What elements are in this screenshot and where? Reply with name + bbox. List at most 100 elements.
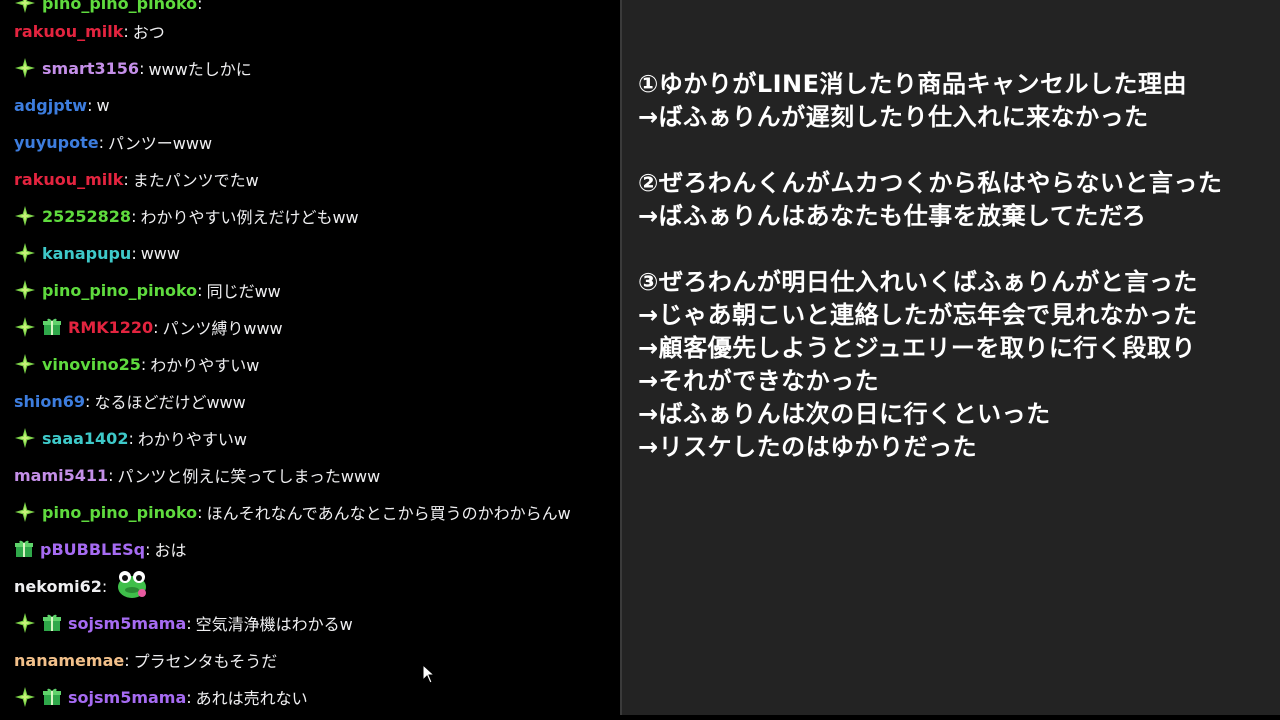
username-separator: :: [140, 354, 147, 374]
chat-message: kanapupu: www: [14, 238, 180, 268]
chat-message: RMK1220: パンツ縛りwww: [14, 312, 283, 342]
chat-username[interactable]: vinovino25: [42, 355, 141, 374]
note-line: →リスケしたのはゆかりだった: [638, 433, 978, 461]
chat-message-text: おつ: [132, 23, 165, 42]
chat-message: pino_pino_pinoko: ほんそれなんであんなとこから買うのかわからんw: [14, 497, 571, 527]
chat-username[interactable]: pino_pino_pinoko: [42, 281, 197, 300]
chat-username[interactable]: nanamemae: [14, 651, 124, 670]
chat-message: adgjptw: w: [14, 90, 110, 120]
chat-message-text: またパンツでたw: [132, 171, 259, 190]
chat-username[interactable]: yuyupote: [14, 133, 99, 152]
chat-message: pBUBBLESq: おは: [14, 534, 187, 564]
chat-message: pino_pino_pinoko: 同じだww: [14, 275, 281, 305]
chat-message-text: あれは売れない: [195, 689, 308, 708]
chat-message-text: wwwたしかに: [148, 60, 252, 79]
username-separator: :: [139, 58, 145, 78]
chat-message-text: なるほどだけどwww: [94, 393, 246, 412]
note-line: ①ゆかりがLINE消したり商品キャンセルした理由: [638, 70, 1188, 98]
chat-message: yuyupote: パンツーwww: [14, 127, 212, 157]
chat-username[interactable]: rakuou_milk: [14, 170, 123, 189]
username-separator: :: [197, 502, 203, 522]
mouse-cursor-icon: [422, 663, 436, 688]
chat-username[interactable]: kanapupu: [42, 244, 131, 263]
prime-badge-icon[interactable]: [14, 427, 36, 449]
chat-message: nanamemae: プラセンタもそうだ: [14, 645, 277, 675]
chat-message-text: w: [96, 95, 110, 115]
chat-username[interactable]: shion69: [14, 392, 85, 411]
frog-emote-icon: [115, 568, 149, 604]
chat-message: shion69: なるほどだけどwww: [14, 386, 246, 416]
chat-message-text: 同じだww: [206, 282, 281, 301]
chat-message-text: プラセンタもそうだ: [133, 652, 278, 671]
chat-message-text: 空気清浄機はわかるw: [195, 615, 353, 634]
note-line: →ばふぁりんはあなたも仕事を放棄してただろ: [638, 202, 1147, 230]
bottom-bar: [0, 715, 1280, 720]
gift-badge-icon[interactable]: [42, 687, 62, 707]
chat-message-text: わかりやすいw: [137, 430, 247, 449]
chat-username[interactable]: mami5411: [14, 466, 108, 485]
chat-message-text: おは: [154, 541, 187, 560]
chat-message: sojsm5mama: あれは売れない: [14, 682, 308, 712]
note-line: ②ぜろわんくんがムカつくから私はやらないと言った: [638, 169, 1223, 197]
prime-badge-icon[interactable]: [14, 316, 36, 338]
chat-message: nekomi62:: [14, 571, 149, 601]
chat-message-text: パンツ縛りwww: [162, 319, 283, 338]
gift-badge-icon[interactable]: [42, 317, 62, 337]
username-separator: :: [186, 687, 192, 707]
chat-message: sojsm5mama: 空気清浄機はわかるw: [14, 608, 353, 638]
chat-username[interactable]: adgjptw: [14, 96, 87, 115]
note-line: →それができなかった: [638, 367, 880, 395]
chat-username[interactable]: pino_pino_pinoko: [42, 503, 197, 522]
chat-message: smart3156: wwwたしかに: [14, 53, 252, 83]
chat-message: vinovino25: わかりやすいw: [14, 349, 259, 379]
username-separator: :: [98, 132, 104, 152]
gift-badge-icon[interactable]: [42, 613, 62, 633]
chat-username[interactable]: smart3156: [42, 59, 139, 78]
note-line: →ばふぁりんは次の日に行くといった: [638, 400, 1051, 428]
chat-username[interactable]: sojsm5mama: [68, 614, 186, 633]
prime-badge-icon[interactable]: [14, 279, 36, 301]
prime-badge-icon[interactable]: [14, 242, 36, 264]
chat-username[interactable]: saaa1402: [42, 429, 128, 448]
username-separator: :: [186, 613, 192, 633]
chat-message-text: パンツーwww: [107, 134, 213, 153]
chat-message-text: ほんそれなんであんなとこから買うのかわからんw: [206, 504, 571, 523]
chat-username[interactable]: 25252828: [42, 207, 131, 226]
chat-message: saaa1402: わかりやすいw: [14, 423, 247, 453]
gift-badge-icon[interactable]: [14, 539, 34, 559]
prime-badge-icon[interactable]: [14, 57, 36, 79]
prime-badge-icon[interactable]: [14, 0, 36, 14]
chat-message: 25252828: わかりやすい例えだけどもww: [14, 201, 359, 231]
username-separator: :: [87, 95, 93, 115]
notes-panel: ①ゆかりがLINE消したり商品キャンセルした理由 →ばふぁりんが遅刻したり仕入れに…: [622, 0, 1280, 715]
username-separator: :: [85, 391, 91, 411]
username-separator: :: [123, 169, 129, 189]
chat-panel: pino_pino_pinoko: rakuou_milk: おつ smart3156…: [0, 0, 620, 720]
username-separator: :: [131, 243, 137, 263]
username-separator: :: [101, 576, 108, 596]
chat-username[interactable]: pBUBBLESq: [40, 540, 145, 559]
chat-message-text: www: [140, 243, 180, 263]
prime-badge-icon[interactable]: [14, 205, 36, 227]
prime-badge-icon[interactable]: [14, 686, 36, 708]
username-separator: :: [197, 280, 203, 300]
username-separator: :: [123, 21, 129, 41]
chat-username[interactable]: nekomi62: [14, 577, 102, 596]
chat-message: mami5411: パンツと例えに笑ってしまったwww: [14, 460, 380, 490]
chat-username[interactable]: pino_pino_pinoko: [42, 0, 197, 13]
note-line: →ばふぁりんが遅刻したり仕入れに来なかった: [638, 103, 1149, 131]
prime-badge-icon[interactable]: [14, 501, 36, 523]
chat-message: rakuou_milk: おつ: [14, 16, 165, 46]
chat-username[interactable]: sojsm5mama: [68, 688, 186, 707]
note-line: ③ぜろわんが明日仕入れいくばふぁりんがと言った: [638, 268, 1198, 296]
prime-badge-icon[interactable]: [14, 612, 36, 634]
chat-username[interactable]: rakuou_milk: [14, 22, 123, 41]
prime-badge-icon[interactable]: [14, 353, 36, 375]
chat-message-text: わかりやすい例えだけどもww: [140, 208, 359, 227]
note-line: →じゃあ朝こいと連絡したが忘年会で見れなかった: [638, 301, 1198, 329]
username-separator: :: [153, 317, 159, 337]
chat-username[interactable]: RMK1220: [68, 318, 153, 337]
username-separator: :: [145, 539, 151, 559]
chat-message-text: パンツと例えに笑ってしまったwww: [117, 467, 381, 486]
username-separator: :: [124, 650, 130, 670]
